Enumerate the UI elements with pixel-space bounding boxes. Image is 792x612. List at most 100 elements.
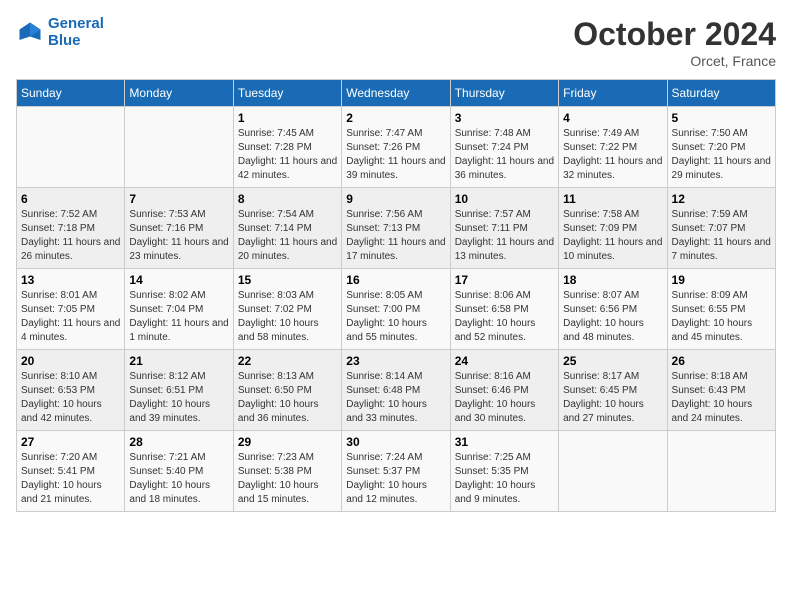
day-info: Sunrise: 7:45 AMSunset: 7:28 PMDaylight:… — [238, 127, 337, 183]
day-info: Sunrise: 8:13 AMSunset: 6:50 PMDaylight:… — [238, 370, 337, 426]
day-number: 28 — [129, 435, 228, 449]
calendar-cell: 13 Sunrise: 8:01 AMSunset: 7:05 PMDayligh… — [17, 269, 125, 350]
calendar-cell — [125, 107, 233, 188]
calendar-cell: 27Sunrise: 7:20 AMSunset: 5:41 PMDayligh… — [17, 431, 125, 512]
day-number: 29 — [238, 435, 337, 449]
day-info: Sunrise: 8:18 AMSunset: 6:43 PMDaylight:… — [672, 370, 771, 426]
calendar-cell: 7Sunrise: 7:53 AMSunset: 7:16 PMDaylight… — [125, 188, 233, 269]
weekday-header: Sunday — [17, 80, 125, 107]
day-number: 4 — [563, 111, 662, 125]
day-info: Sunrise: 7:50 AMSunset: 7:20 PMDaylight:… — [672, 127, 771, 183]
day-info: Sunrise: 8:02 AMSunset: 7:04 PMDaylight:… — [129, 289, 228, 345]
day-number: 22 — [238, 354, 337, 368]
weekday-header-row: SundayMondayTuesdayWednesdayThursdayFrid… — [17, 80, 776, 107]
calendar-week-row: 20Sunrise: 8:10 AMSunset: 6:53 PMDayligh… — [17, 350, 776, 431]
calendar-cell: 17Sunrise: 8:06 AMSunset: 6:58 PMDayligh… — [450, 269, 558, 350]
day-number: 25 — [563, 354, 662, 368]
weekday-header: Friday — [559, 80, 667, 107]
calendar-cell: 16 Sunrise: 8:05 AMSunset: 7:00 PMDayligh… — [342, 269, 450, 350]
calendar-cell: 6Sunrise: 7:52 AMSunset: 7:18 PMDaylight… — [17, 188, 125, 269]
weekday-header: Wednesday — [342, 80, 450, 107]
day-number: 21 — [129, 354, 228, 368]
calendar-cell: 15 Sunrise: 8:03 AMSunset: 7:02 PMDayligh… — [233, 269, 341, 350]
calendar-cell: 30 Sunrise: 7:24 AMSunset: 5:37 PMDayligh… — [342, 431, 450, 512]
calendar-cell: 8 Sunrise: 7:54 AMSunset: 7:14 PMDaylight… — [233, 188, 341, 269]
calendar-cell: 19 Sunrise: 8:09 AMSunset: 6:55 PMDayligh… — [667, 269, 775, 350]
calendar-cell: 31 Sunrise: 7:25 AMSunset: 5:35 PMDayligh… — [450, 431, 558, 512]
calendar-table: SundayMondayTuesdayWednesdayThursdayFrid… — [16, 79, 776, 512]
logo-icon — [16, 19, 44, 47]
day-number: 26 — [672, 354, 771, 368]
day-info: Sunrise: 7:59 AMSunset: 7:07 PMDaylight:… — [672, 208, 771, 264]
calendar-cell: 23 Sunrise: 8:14 AMSunset: 6:48 PMDayligh… — [342, 350, 450, 431]
title-block: October 2024 Orcet, France — [573, 16, 776, 69]
day-number: 5 — [672, 111, 771, 125]
day-number: 24 — [455, 354, 554, 368]
calendar-cell: 26 Sunrise: 8:18 AMSunset: 6:43 PMDayligh… — [667, 350, 775, 431]
day-number: 19 — [672, 273, 771, 287]
day-number: 31 — [455, 435, 554, 449]
day-info: Sunrise: 8:05 AMSunset: 7:00 PMDaylight:… — [346, 289, 445, 345]
calendar-cell: 1Sunrise: 7:45 AMSunset: 7:28 PMDaylight… — [233, 107, 341, 188]
day-info: Sunrise: 8:14 AMSunset: 6:48 PMDaylight:… — [346, 370, 445, 426]
calendar-week-row: 6Sunrise: 7:52 AMSunset: 7:18 PMDaylight… — [17, 188, 776, 269]
day-number: 2 — [346, 111, 445, 125]
calendar-cell: 4 Sunrise: 7:49 AMSunset: 7:22 PMDaylight… — [559, 107, 667, 188]
day-info: Sunrise: 7:58 AMSunset: 7:09 PMDaylight:… — [563, 208, 662, 264]
day-info: Sunrise: 7:52 AMSunset: 7:18 PMDaylight:… — [21, 208, 120, 264]
day-info: Sunrise: 7:54 AMSunset: 7:14 PMDaylight:… — [238, 208, 337, 264]
day-info: Sunrise: 8:07 AMSunset: 6:56 PMDaylight:… — [563, 289, 662, 345]
day-number: 11 — [563, 192, 662, 206]
day-info: Sunrise: 8:09 AMSunset: 6:55 PMDaylight:… — [672, 289, 771, 345]
calendar-cell: 25 Sunrise: 8:17 AMSunset: 6:45 PMDayligh… — [559, 350, 667, 431]
day-number: 13 — [21, 273, 120, 287]
day-number: 23 — [346, 354, 445, 368]
calendar-cell: 9 Sunrise: 7:56 AMSunset: 7:13 PMDaylight… — [342, 188, 450, 269]
location: Orcet, France — [573, 53, 776, 69]
weekday-header: Saturday — [667, 80, 775, 107]
day-number: 8 — [238, 192, 337, 206]
day-info: Sunrise: 7:20 AMSunset: 5:41 PMDaylight:… — [21, 451, 120, 507]
calendar-cell: 5 Sunrise: 7:50 AMSunset: 7:20 PMDaylight… — [667, 107, 775, 188]
logo-text: General Blue — [48, 16, 104, 49]
logo: General Blue — [16, 16, 104, 49]
day-info: Sunrise: 7:49 AMSunset: 7:22 PMDaylight:… — [563, 127, 662, 183]
day-info: Sunrise: 8:10 AMSunset: 6:53 PMDaylight:… — [21, 370, 120, 426]
day-info: Sunrise: 7:56 AMSunset: 7:13 PMDaylight:… — [346, 208, 445, 264]
calendar-cell — [559, 431, 667, 512]
day-info: Sunrise: 7:57 AMSunset: 7:11 PMDaylight:… — [455, 208, 554, 264]
calendar-cell: 18Sunrise: 8:07 AMSunset: 6:56 PMDayligh… — [559, 269, 667, 350]
day-info: Sunrise: 7:25 AMSunset: 5:35 PMDaylight:… — [455, 451, 554, 507]
day-number: 30 — [346, 435, 445, 449]
day-number: 14 — [129, 273, 228, 287]
calendar-cell: 29 Sunrise: 7:23 AMSunset: 5:38 PMDayligh… — [233, 431, 341, 512]
day-info: Sunrise: 8:03 AMSunset: 7:02 PMDaylight:… — [238, 289, 337, 345]
calendar-cell: 21Sunrise: 8:12 AMSunset: 6:51 PMDayligh… — [125, 350, 233, 431]
day-number: 15 — [238, 273, 337, 287]
calendar-cell: 2 Sunrise: 7:47 AMSunset: 7:26 PMDaylight… — [342, 107, 450, 188]
day-info: Sunrise: 7:24 AMSunset: 5:37 PMDaylight:… — [346, 451, 445, 507]
day-number: 16 — [346, 273, 445, 287]
day-info: Sunrise: 7:48 AMSunset: 7:24 PMDaylight:… — [455, 127, 554, 183]
day-info: Sunrise: 7:47 AMSunset: 7:26 PMDaylight:… — [346, 127, 445, 183]
weekday-header: Thursday — [450, 80, 558, 107]
calendar-cell: 3 Sunrise: 7:48 AMSunset: 7:24 PMDaylight… — [450, 107, 558, 188]
calendar-cell — [17, 107, 125, 188]
day-info: Sunrise: 7:23 AMSunset: 5:38 PMDaylight:… — [238, 451, 337, 507]
calendar-cell: 24Sunrise: 8:16 AMSunset: 6:46 PMDayligh… — [450, 350, 558, 431]
day-info: Sunrise: 8:01 AMSunset: 7:05 PMDaylight:… — [21, 289, 120, 345]
day-info: Sunrise: 8:17 AMSunset: 6:45 PMDaylight:… — [563, 370, 662, 426]
day-info: Sunrise: 7:21 AMSunset: 5:40 PMDaylight:… — [129, 451, 228, 507]
calendar-cell: 20Sunrise: 8:10 AMSunset: 6:53 PMDayligh… — [17, 350, 125, 431]
calendar-cell — [667, 431, 775, 512]
day-info: Sunrise: 7:53 AMSunset: 7:16 PMDaylight:… — [129, 208, 228, 264]
day-number: 3 — [455, 111, 554, 125]
calendar-cell: 10Sunrise: 7:57 AMSunset: 7:11 PMDayligh… — [450, 188, 558, 269]
calendar-cell: 28 Sunrise: 7:21 AMSunset: 5:40 PMDayligh… — [125, 431, 233, 512]
day-info: Sunrise: 8:06 AMSunset: 6:58 PMDaylight:… — [455, 289, 554, 345]
calendar-week-row: 1Sunrise: 7:45 AMSunset: 7:28 PMDaylight… — [17, 107, 776, 188]
calendar-cell: 12Sunrise: 7:59 AMSunset: 7:07 PMDayligh… — [667, 188, 775, 269]
calendar-cell: 11 Sunrise: 7:58 AMSunset: 7:09 PMDayligh… — [559, 188, 667, 269]
day-number: 9 — [346, 192, 445, 206]
calendar-cell: 14 Sunrise: 8:02 AMSunset: 7:04 PMDayligh… — [125, 269, 233, 350]
